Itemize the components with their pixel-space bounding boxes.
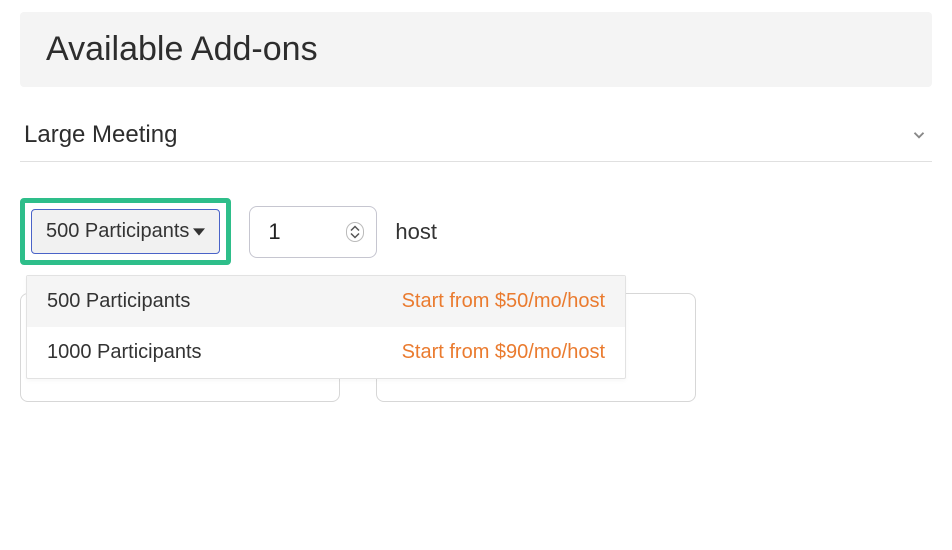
unit-label: host (395, 219, 437, 245)
section-title: Large Meeting (24, 121, 177, 149)
highlight-box: 500 Participants (20, 198, 231, 265)
dropdown-selected-label: 500 Participants (46, 220, 189, 243)
chevron-down-icon[interactable] (910, 126, 928, 144)
dropdown-option-500[interactable]: 500 Participants Start from $50/mo/host (27, 276, 625, 327)
controls-row: 500 Participants 1 host (20, 198, 932, 265)
caret-down-icon (193, 226, 205, 238)
option-price: Start from $50/mo/host (402, 290, 605, 313)
stepper-down-icon[interactable] (350, 232, 360, 239)
header-bar: Available Add-ons (20, 12, 932, 87)
section-header-row[interactable]: Large Meeting (20, 117, 932, 162)
stepper-up-icon[interactable] (350, 225, 360, 232)
quantity-value: 1 (268, 219, 280, 245)
participants-dropdown[interactable]: 500 Participants (31, 209, 220, 254)
quantity-stepper[interactable]: 1 (249, 206, 377, 258)
stepper-buttons (346, 222, 364, 242)
page-title: Available Add-ons (46, 30, 906, 69)
option-label: 500 Participants (47, 290, 190, 313)
participants-dropdown-menu: 500 Participants Start from $50/mo/host … (26, 275, 626, 379)
option-price: Start from $90/mo/host (402, 341, 605, 364)
option-label: 1000 Participants (47, 341, 202, 364)
dropdown-option-1000[interactable]: 1000 Participants Start from $90/mo/host (27, 327, 625, 378)
